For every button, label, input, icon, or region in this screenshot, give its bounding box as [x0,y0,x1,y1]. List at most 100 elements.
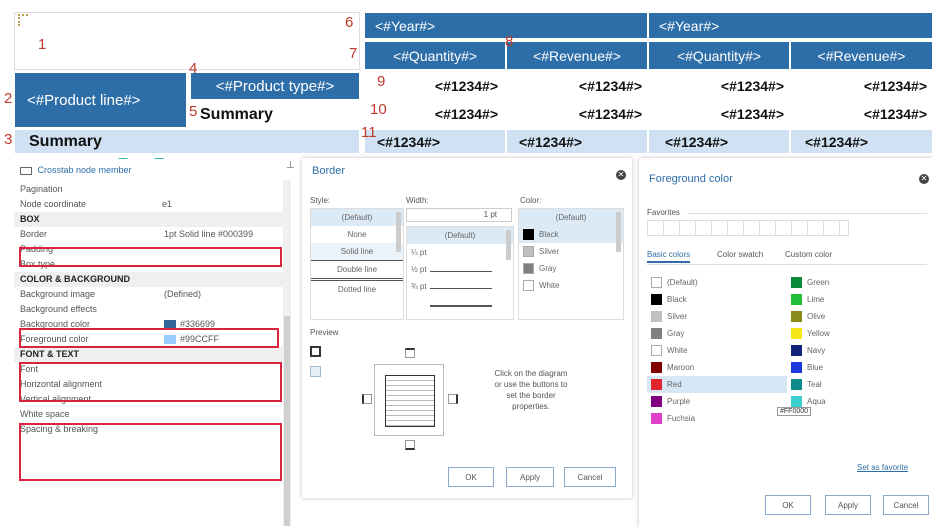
highlight-border [19,247,282,267]
right-border-button[interactable] [448,394,458,404]
yellow-swatch [791,328,802,340]
revenue-header-1[interactable]: <#Revenue#> [506,41,648,70]
silver-swatch [523,246,534,258]
olive-swatch [791,311,802,323]
prop-background-image[interactable]: Background image (Defined) [14,287,290,302]
section-color-background: COLOR & BACKGROUND [14,272,290,287]
style-item-solid[interactable]: Solid line [311,243,403,261]
fg-cancel-button[interactable]: Cancel [883,495,929,515]
row10-cell-2[interactable]: <#1234#> [506,100,642,128]
style-item-none[interactable]: None [311,226,403,243]
prop-node-coordinate[interactable]: Node coordinate e1 [14,197,290,212]
color-item-gray-label: Gray [539,264,557,273]
revenue-header-2[interactable]: <#Revenue#> [790,41,933,70]
width-item-default[interactable]: (Default) [407,227,513,244]
tab-custom-color[interactable]: Custom color [785,250,832,259]
style-item-default[interactable]: (Default) [311,209,403,226]
width-list-scrollbar[interactable] [506,230,511,260]
fg-color-default[interactable]: (Default) [647,274,787,291]
fg-color-olive[interactable]: Olive [787,308,927,325]
close-icon[interactable]: ✕ [616,170,626,180]
color-item-white[interactable]: White [519,277,623,294]
quantity-header-2[interactable]: <#Quantity#> [648,41,790,70]
style-item-double[interactable]: Double line [311,261,403,281]
favorites-slots[interactable] [647,220,849,236]
set-as-favorite-link[interactable]: Set as favorite [857,463,908,472]
fg-color-purple[interactable]: Purple [647,393,787,410]
row11-cell-3[interactable]: <#1234#> [648,129,790,154]
prop-pagination[interactable]: Pagination [14,182,290,197]
bottom-border-button[interactable] [405,440,415,450]
blue-swatch [791,362,802,374]
color-item-silver[interactable]: Silver [519,243,623,260]
year-header-2[interactable]: <#Year#> [648,12,933,39]
product-type-header[interactable]: <#Product type#> [190,72,360,100]
fg-color-gray[interactable]: Gray [647,325,787,342]
color-item-black[interactable]: Black [519,226,623,243]
product-line-header[interactable]: <#Product line#> [14,72,187,128]
width-line-1 [430,271,492,272]
summary-inner-cell[interactable]: Summary [190,101,360,128]
lime-swatch [791,294,802,306]
summary-outer-cell[interactable]: Summary [14,129,360,154]
color-list-scrollbar[interactable] [616,212,621,252]
properties-scrollbar-thumb[interactable] [284,316,290,526]
fg-ok-button[interactable]: OK [765,495,811,515]
width-item-quarter[interactable]: ¼ pt [407,244,513,261]
top-border-button[interactable] [405,348,415,358]
tab-basic-colors[interactable]: Basic colors [647,250,691,263]
fg-color-green[interactable]: Green [787,274,927,291]
fg-color-yellow[interactable]: Yellow [787,325,927,342]
width-item-three-quarter[interactable]: ¾ pt [407,278,513,295]
ok-button[interactable]: OK [448,467,494,487]
fg-color-teal[interactable]: Teal [787,376,927,393]
crosstab-corner-cell[interactable] [14,12,360,70]
row9-cell-2[interactable]: <#1234#> [506,72,642,100]
fg-apply-button[interactable]: Apply [825,495,871,515]
all-borders-button[interactable] [310,346,321,357]
prop-border-label: Border [20,229,48,239]
width-item-half[interactable]: ½ pt [407,261,513,278]
foreground-dialog-title: Foreground color [649,173,733,185]
tabs-divider [647,264,927,265]
row11-cell-1[interactable]: <#1234#> [364,129,506,154]
color-item-gray[interactable]: Gray [519,260,623,277]
fg-color-white[interactable]: White [647,342,787,359]
fg-color-red[interactable]: Red [647,376,787,393]
style-list-scrollbar[interactable] [396,212,401,252]
width-input[interactable]: 1 pt [406,208,512,222]
row9-cell-3[interactable]: <#1234#> [648,72,784,100]
fg-color-black[interactable]: Black [647,291,787,308]
fg-color-blue[interactable]: Blue [787,359,927,376]
tab-color-swatch[interactable]: Color swatch [717,250,763,259]
row10-cell-4[interactable]: <#1234#> [790,100,927,128]
fg-color-maroon[interactable]: Maroon [647,359,787,376]
pin-icon[interactable]: ⊥ [286,160,295,171]
cancel-button[interactable]: Cancel [564,467,616,487]
style-list[interactable]: (Default) None Solid line Double line Do… [310,208,404,320]
color-item-default[interactable]: (Default) [519,209,623,226]
fg-color-navy-label: Navy [807,346,826,355]
row11-cell-4[interactable]: <#1234#> [790,129,933,154]
fg-color-fuchsia[interactable]: Fuchsia [647,410,787,427]
left-border-button[interactable] [362,394,372,404]
preview-diagram[interactable] [374,364,444,436]
style-item-dotted[interactable]: Dotted line [311,281,403,298]
fg-color-yellow-label: Yellow [807,329,830,338]
apply-button[interactable]: Apply [506,467,554,487]
prop-border[interactable]: Border 1pt Solid line #000399 [14,227,290,242]
quantity-header-1[interactable]: <#Quantity#> [364,41,506,70]
prop-background-effects[interactable]: Background effects [14,302,290,317]
fg-color-silver[interactable]: Silver [647,308,787,325]
fg-color-green-label: Green [807,278,830,287]
close-icon[interactable]: ✕ [919,174,929,184]
row10-cell-3[interactable]: <#1234#> [648,100,784,128]
fg-color-lime[interactable]: Lime [787,291,927,308]
row9-cell-4[interactable]: <#1234#> [790,72,927,100]
color-list[interactable]: (Default) Black Silver Gray White [518,208,624,320]
prop-white-space[interactable]: White space [14,407,290,422]
no-borders-button[interactable] [310,366,321,377]
fg-color-navy[interactable]: Navy [787,342,927,359]
properties-header[interactable]: Crosstab node member [14,158,290,182]
row11-cell-2[interactable]: <#1234#> [506,129,648,154]
